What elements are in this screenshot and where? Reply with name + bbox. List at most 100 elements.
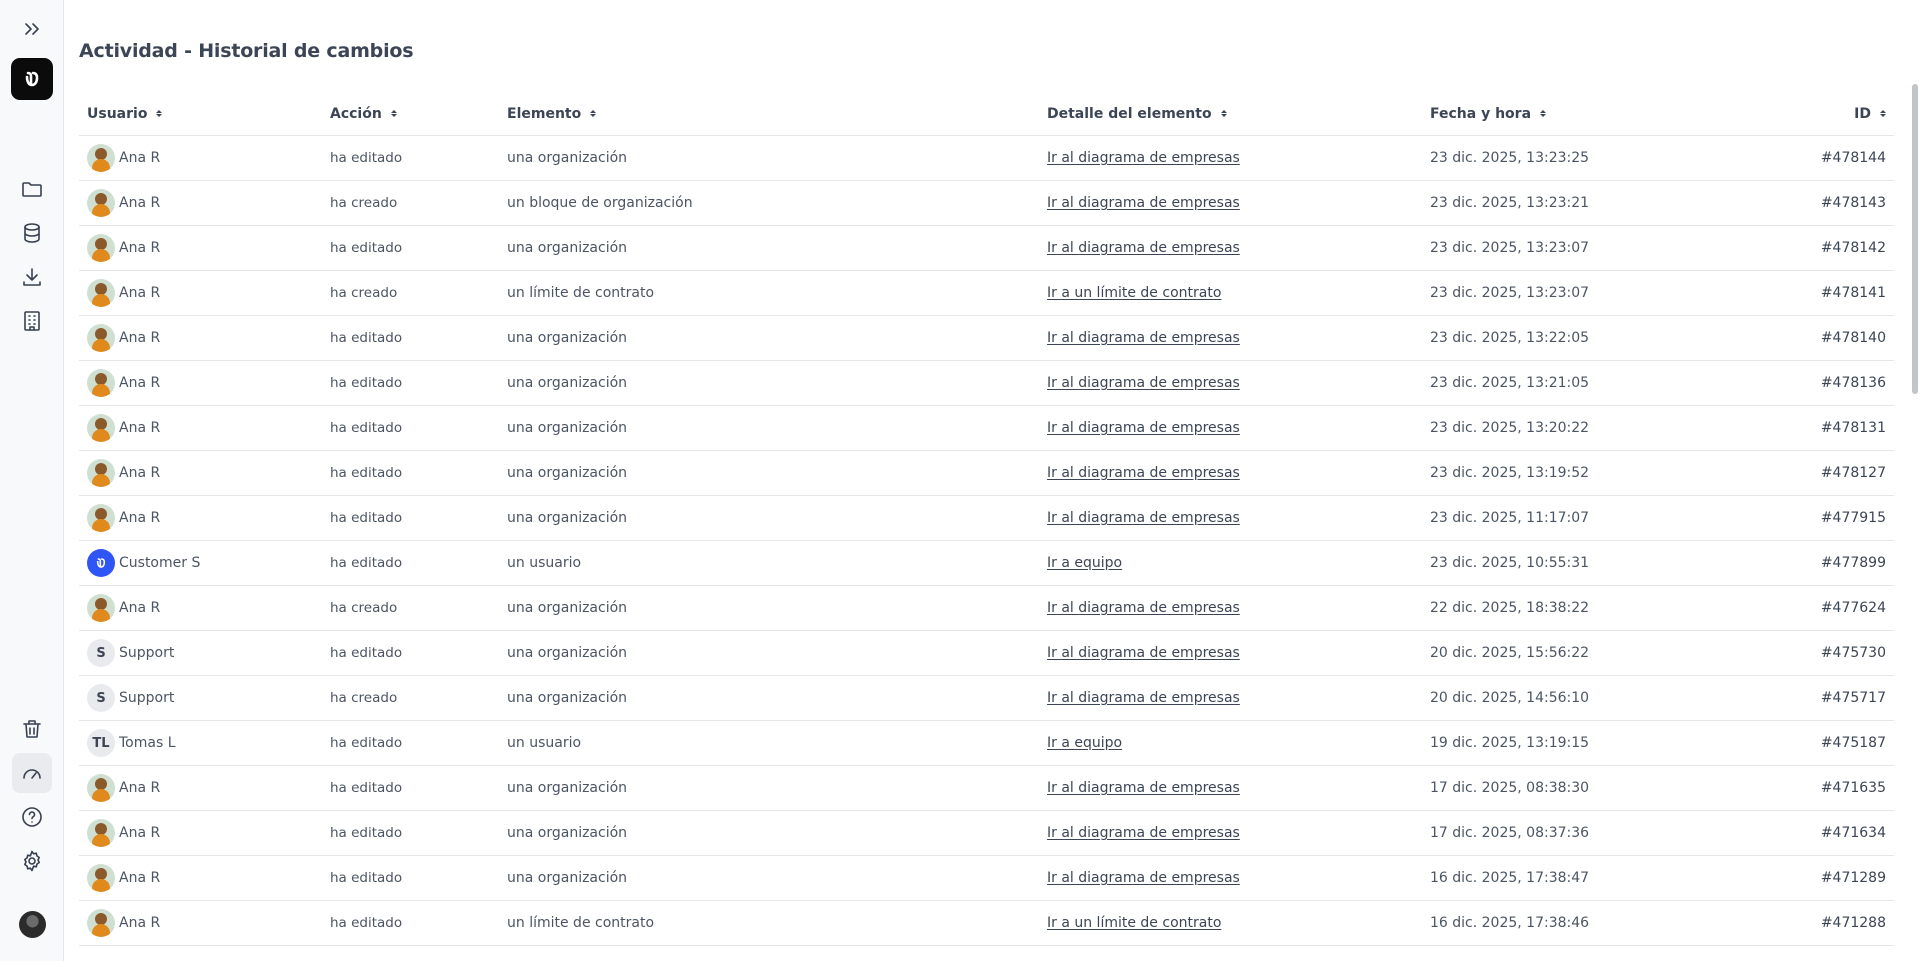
sidebar-item-downloads[interactable] — [12, 257, 52, 297]
detail-link[interactable]: Ir al diagrama de empresas — [1047, 690, 1240, 706]
detail-link[interactable]: Ir al diagrama de empresas — [1047, 645, 1240, 661]
cell-element: un límite de contrato — [507, 285, 655, 301]
table-row: Ana R ha creado un bloque de organización I… — [79, 181, 1894, 226]
cell-id: #471634 — [1820, 825, 1886, 841]
user-avatar — [87, 459, 115, 487]
current-user-avatar[interactable] — [19, 911, 46, 938]
cell-id: #478127 — [1820, 465, 1886, 481]
cell-id: #478131 — [1820, 420, 1886, 436]
cell-action: ha editado — [330, 420, 403, 436]
user-avatar — [87, 414, 115, 442]
sidebar-item-settings[interactable] — [12, 841, 52, 881]
column-header-detail[interactable]: Detalle del elemento — [1039, 106, 1422, 122]
user-avatar-initials: S — [87, 639, 115, 667]
cell-datetime: 16 dic. 2025, 17:38:46 — [1430, 915, 1590, 931]
sort-icon — [1540, 110, 1547, 117]
cell-user: Ana R — [79, 909, 322, 937]
user-name: Ana R — [119, 825, 161, 841]
sidebar-item-database[interactable] — [12, 213, 52, 253]
activity-table: Usuario Acción Elemento Detalle del elem… — [79, 92, 1894, 946]
detail-link[interactable]: Ir al diagrama de empresas — [1047, 240, 1240, 256]
detail-link[interactable]: Ir al diagrama de empresas — [1047, 195, 1240, 211]
detail-link[interactable]: Ir a equipo — [1047, 555, 1122, 571]
cell-action: ha editado — [330, 375, 403, 391]
column-header-label: Detalle del elemento — [1047, 105, 1212, 122]
user-avatar — [87, 324, 115, 352]
detail-link[interactable]: Ir al diagrama de empresas — [1047, 465, 1240, 481]
column-header-user[interactable]: Usuario — [79, 106, 322, 122]
cell-user: S Support — [79, 684, 322, 712]
cell-user: Customer S — [79, 549, 322, 577]
cell-id: #477624 — [1820, 600, 1886, 616]
cell-action: ha editado — [330, 915, 403, 931]
detail-link[interactable]: Ir al diagrama de empresas — [1047, 150, 1240, 166]
cell-user: Ana R — [79, 414, 322, 442]
detail-link[interactable]: Ir al diagrama de empresas — [1047, 870, 1240, 886]
brand-logo-icon — [25, 71, 39, 87]
cell-element: un bloque de organización — [507, 195, 693, 211]
cell-action: ha creado — [330, 690, 398, 706]
sidebar-item-help[interactable] — [12, 797, 52, 837]
cell-detail: Ir al diagrama de empresas — [1039, 150, 1422, 166]
cell-element: una organización — [507, 420, 628, 436]
cell-id: #471635 — [1820, 780, 1886, 796]
detail-link[interactable]: Ir a equipo — [1047, 735, 1122, 751]
sort-icon — [390, 110, 397, 117]
download-icon — [23, 268, 41, 286]
cell-element: una organización — [507, 375, 628, 391]
column-header-action[interactable]: Acción — [322, 106, 499, 122]
detail-link[interactable]: Ir al diagrama de empresas — [1047, 825, 1240, 841]
cell-datetime: 23 dic. 2025, 10:55:31 — [1430, 555, 1590, 571]
detail-link[interactable]: Ir al diagrama de empresas — [1047, 420, 1240, 436]
cell-element: una organización — [507, 825, 628, 841]
column-header-datetime[interactable]: Fecha y hora — [1422, 106, 1822, 122]
brand-logo[interactable] — [11, 58, 53, 100]
cell-datetime: 17 dic. 2025, 08:37:36 — [1430, 825, 1590, 841]
sidebar-item-activity[interactable] — [12, 753, 52, 793]
sidebar-item-trash[interactable] — [12, 709, 52, 749]
user-avatar — [87, 594, 115, 622]
cell-user: S Support — [79, 639, 322, 667]
expand-sidebar-button[interactable] — [12, 9, 52, 49]
user-name: Ana R — [119, 915, 161, 931]
detail-link[interactable]: Ir al diagrama de empresas — [1047, 510, 1240, 526]
user-name: Ana R — [119, 420, 161, 436]
cell-detail: Ir al diagrama de empresas — [1039, 870, 1422, 886]
detail-link[interactable]: Ir al diagrama de empresas — [1047, 780, 1240, 796]
user-name: Ana R — [119, 870, 161, 886]
cell-user: Ana R — [79, 864, 322, 892]
sort-icon — [1220, 110, 1227, 117]
detail-link[interactable]: Ir a un límite de contrato — [1047, 285, 1221, 301]
cell-datetime: 23 dic. 2025, 13:21:05 — [1430, 375, 1590, 391]
detail-link[interactable]: Ir al diagrama de empresas — [1047, 330, 1240, 346]
cell-datetime: 20 dic. 2025, 15:56:22 — [1430, 645, 1590, 661]
sidebar-item-folders[interactable] — [12, 169, 52, 209]
user-avatar — [87, 819, 115, 847]
user-avatar — [87, 234, 115, 262]
detail-link[interactable]: Ir a un límite de contrato — [1047, 915, 1221, 931]
cell-user: TL Tomas L — [79, 729, 322, 757]
scrollbar-thumb[interactable] — [1912, 84, 1918, 394]
column-header-element[interactable]: Elemento — [499, 106, 1039, 122]
column-header-id[interactable]: ID — [1822, 106, 1894, 122]
detail-link[interactable]: Ir al diagrama de empresas — [1047, 375, 1240, 391]
cell-user: Ana R — [79, 144, 322, 172]
cell-id: #478140 — [1820, 330, 1886, 346]
cell-user: Ana R — [79, 324, 322, 352]
scrollbar[interactable] — [1908, 84, 1920, 961]
sidebar-item-buildings[interactable] — [12, 301, 52, 341]
cell-id: #478141 — [1820, 285, 1886, 301]
cell-detail: Ir al diagrama de empresas — [1039, 375, 1422, 391]
cell-element: una organización — [507, 510, 628, 526]
detail-link[interactable]: Ir al diagrama de empresas — [1047, 600, 1240, 616]
cell-datetime: 19 dic. 2025, 13:19:15 — [1430, 735, 1590, 751]
table-row: Ana R ha editado una organización Ir al dia… — [79, 811, 1894, 856]
cell-datetime: 23 dic. 2025, 13:23:21 — [1430, 195, 1590, 211]
column-header-label: ID — [1854, 105, 1871, 122]
user-name: Ana R — [119, 330, 161, 346]
cell-id: #471289 — [1820, 870, 1886, 886]
cell-datetime: 23 dic. 2025, 11:17:07 — [1430, 510, 1590, 526]
cell-id: #478142 — [1820, 240, 1886, 256]
user-name: Ana R — [119, 375, 161, 391]
cell-element: una organización — [507, 150, 628, 166]
